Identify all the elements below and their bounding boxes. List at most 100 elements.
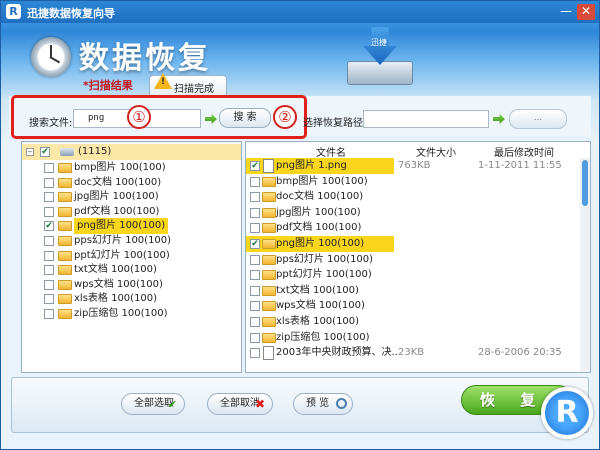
list-item-name-cell: bmp图片 100(100) <box>246 174 394 190</box>
tree-item-label: txt文档 100(100) <box>74 264 157 276</box>
search-button[interactable]: 搜 索 <box>219 108 271 128</box>
list-item-checkbox[interactable] <box>250 192 260 203</box>
magnifier-icon <box>336 398 347 409</box>
column-header-size[interactable]: 文件大小 <box>416 144 456 159</box>
list-item-checkbox[interactable] <box>250 176 260 187</box>
list-item-checkbox[interactable] <box>250 348 260 359</box>
tree-item-label: xls表格 100(100) <box>74 293 158 305</box>
list-item-checkbox[interactable] <box>250 254 260 265</box>
list-item-date: 28-6-2006 20:35 <box>478 347 562 359</box>
browse-button[interactable]: ... <box>509 109 567 129</box>
list-item-checkbox[interactable] <box>250 270 260 281</box>
tree-item-checkbox[interactable] <box>44 250 54 261</box>
list-item[interactable]: ppt幻灯片 100(100) <box>246 267 576 283</box>
tree-item-checkbox[interactable] <box>44 309 54 319</box>
folder-icon <box>262 254 276 265</box>
tree-item-checkbox[interactable] <box>44 163 54 173</box>
list-item-checkbox[interactable]: ✔ <box>250 161 260 171</box>
list-item[interactable]: pdf文档 100(100) <box>246 220 576 236</box>
scrollbar-thumb[interactable] <box>582 160 588 206</box>
folder-icon <box>262 332 276 343</box>
list-item-checkbox[interactable] <box>250 223 260 234</box>
recovery-path-input[interactable] <box>363 110 489 128</box>
app-icon: R <box>6 4 21 19</box>
tree-item[interactable]: pps幻灯片 100(100) <box>22 233 241 249</box>
deselect-all-button[interactable]: 全部取消 ✖ <box>207 393 273 415</box>
tree-item-checkbox[interactable] <box>44 192 54 203</box>
tree-item-checkbox[interactable] <box>44 279 54 290</box>
tree-root[interactable]: − ✔ (1115) <box>22 144 241 160</box>
list-item[interactable]: ✔ png图片 100(100) <box>246 236 576 252</box>
list-item-name: bmp图片 100(100) <box>276 175 368 187</box>
list-item-checkbox[interactable] <box>250 317 260 327</box>
app-logo: R <box>541 387 593 439</box>
tree-item[interactable]: ppt幻灯片 100(100) <box>22 248 241 264</box>
tree-root-label: (1115) <box>78 146 112 157</box>
tree-item[interactable]: bmp图片 100(100) <box>22 160 241 176</box>
tree-item-checkbox[interactable] <box>44 206 54 217</box>
folder-icon <box>58 279 72 290</box>
tree-item-checkbox[interactable] <box>44 177 54 188</box>
close-button[interactable]: ✕ <box>577 4 595 20</box>
list-item[interactable]: 2003年中央财政预算、决... 23KB 28-6-2006 20:35 <box>246 345 576 361</box>
list-item[interactable]: wps文档 100(100) <box>246 298 576 314</box>
tree-item[interactable]: jpg图片 100(100) <box>22 189 241 205</box>
list-item-size: 763KB <box>398 160 431 171</box>
file-icon <box>263 159 274 173</box>
tree-item[interactable]: doc文档 100(100) <box>22 175 241 191</box>
tree-item[interactable]: zip压缩包 100(100) <box>22 306 241 322</box>
tree-item-checkbox[interactable]: ✔ <box>44 221 54 232</box>
column-header-name[interactable]: 文件名 <box>316 144 346 159</box>
list-item-name: zip压缩包 100(100) <box>276 331 370 343</box>
preview-button[interactable]: 预 览 <box>293 393 353 415</box>
column-header-modified[interactable]: 最后修改时间 <box>494 144 554 159</box>
tree-item[interactable]: wps文档 100(100) <box>22 277 241 293</box>
tree-item-label: ppt幻灯片 100(100) <box>74 249 170 261</box>
drive-icon <box>60 148 74 156</box>
tree-item[interactable]: xls表格 100(100) <box>22 291 241 307</box>
list-item[interactable]: pps幻灯片 100(100) <box>246 252 576 268</box>
title-bar: R 迅捷数据恢复向导 — ✕ <box>1 1 599 23</box>
tree-item[interactable]: pdf文档 100(100) <box>22 204 241 220</box>
list-item[interactable]: zip压缩包 100(100) <box>246 330 576 346</box>
tab-scan-results[interactable]: *扫描结果 <box>69 74 153 94</box>
folder-icon <box>58 192 72 203</box>
list-item-checkbox[interactable]: ✔ <box>250 239 260 249</box>
list-item[interactable]: ✔ png图片 1.png 763KB 1-11-2011 11:55 <box>246 158 576 174</box>
tree-item-checkbox[interactable] <box>44 265 54 276</box>
select-all-button[interactable]: 全部选取 ✔ <box>121 393 185 415</box>
list-item-checkbox[interactable] <box>250 301 260 312</box>
list-item[interactable]: doc文档 100(100) <box>246 189 576 205</box>
check-icon: ✔ <box>167 398 177 411</box>
list-item-name: doc文档 100(100) <box>276 191 364 203</box>
tree-item-checkbox[interactable] <box>44 236 54 246</box>
app-window: R 迅捷数据恢复向导 — ✕ 数据恢复 迅捷 *扫描结果 ! 扫描完成 搜索文件… <box>0 0 600 450</box>
folder-icon <box>58 236 72 246</box>
collapse-icon[interactable]: − <box>26 148 34 156</box>
tree-item[interactable]: txt文档 100(100) <box>22 262 241 278</box>
list-item[interactable]: bmp图片 100(100) <box>246 174 576 190</box>
list-item-name-cell: ✔ png图片 100(100) <box>246 236 394 252</box>
list-item-name-cell: pdf文档 100(100) <box>246 220 394 236</box>
tab-scan-complete[interactable]: ! 扫描完成 <box>149 73 227 96</box>
list-item-checkbox[interactable] <box>250 285 260 296</box>
list-item-name: ppt幻灯片 100(100) <box>276 269 372 281</box>
folder-icon <box>58 265 72 276</box>
category-tree: − ✔ (1115) bmp图片 100(100) doc文档 100(100) j… <box>21 141 242 373</box>
tree-item-checkbox[interactable] <box>44 294 54 305</box>
window-title: 迅捷数据恢复向导 <box>27 7 115 20</box>
vertical-scrollbar[interactable] <box>580 158 590 372</box>
list-item-checkbox[interactable] <box>250 207 260 218</box>
tree-item-label: wps文档 100(100) <box>74 278 163 290</box>
tree-root-checkbox[interactable]: ✔ <box>40 147 50 157</box>
folder-icon <box>262 239 276 249</box>
folder-icon <box>262 285 276 296</box>
list-item[interactable]: jpg图片 100(100) <box>246 205 576 221</box>
tree-item[interactable]: ✔ png图片 100(100) <box>22 218 241 235</box>
list-item-name-cell: jpg图片 100(100) <box>246 205 394 221</box>
list-item[interactable]: txt文档 100(100) <box>246 283 576 299</box>
list-item-checkbox[interactable] <box>250 332 260 343</box>
tree-item-label: png图片 100(100) <box>74 218 169 235</box>
minimize-button[interactable]: — <box>557 4 575 20</box>
list-item[interactable]: xls表格 100(100) <box>246 314 576 330</box>
